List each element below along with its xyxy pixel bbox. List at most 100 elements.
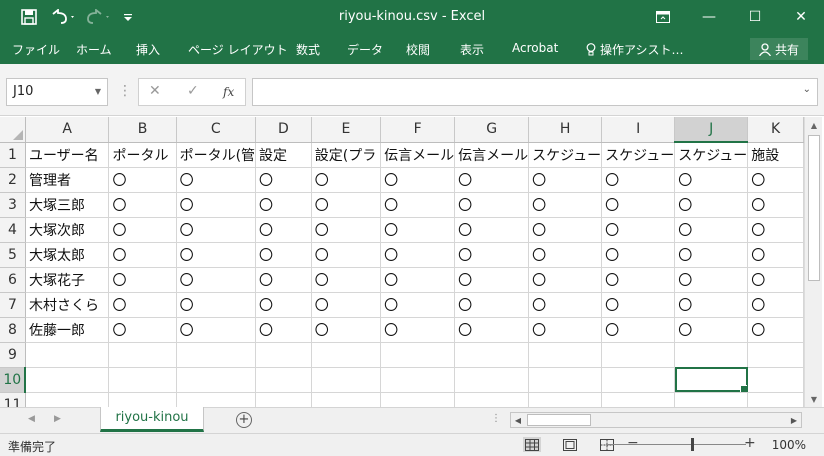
expand-formula-bar-icon[interactable]: ⌄ (803, 84, 811, 95)
cell-a11[interactable] (25, 392, 110, 407)
cell-c2[interactable]: 〇 (176, 167, 257, 193)
prev-sheet-icon[interactable]: ◀ (28, 414, 35, 424)
tab-page-layout[interactable]: ページ レイアウト (188, 41, 288, 58)
cell-g6[interactable]: 〇 (454, 267, 530, 293)
split-handle-icon[interactable]: ⋮ (491, 413, 501, 424)
cell-e4[interactable]: 〇 (311, 217, 382, 243)
cell-a1[interactable]: ユーザー名 (25, 142, 110, 168)
cell-g3[interactable]: 〇 (454, 192, 530, 218)
cell-d11[interactable] (255, 392, 312, 407)
cell-f2[interactable]: 〇 (380, 167, 456, 193)
cell-h10[interactable] (528, 367, 603, 393)
cell-d6[interactable]: 〇 (255, 267, 312, 293)
row-header-10[interactable]: 10 (0, 367, 27, 393)
tab-insert[interactable]: 挿入 (136, 41, 160, 58)
tab-data[interactable]: データ (347, 41, 383, 58)
cell-b7[interactable]: 〇 (108, 292, 177, 318)
tab-view[interactable]: 表示 (460, 41, 484, 58)
tab-review[interactable]: 校閲 (406, 41, 430, 58)
cell-i7[interactable]: 〇 (601, 292, 676, 318)
cell-i5[interactable]: 〇 (601, 242, 676, 268)
cell-c7[interactable]: 〇 (176, 292, 257, 318)
cell-c11[interactable] (176, 392, 257, 407)
cell-b11[interactable] (108, 392, 177, 407)
cell-c8[interactable]: 〇 (176, 317, 257, 343)
cell-i1[interactable]: スケジュー (601, 142, 676, 168)
cell-e10[interactable] (311, 367, 382, 393)
cell-a4[interactable]: 大塚次郎 (25, 217, 110, 243)
scroll-right-icon[interactable]: ▶ (787, 413, 801, 427)
cell-g2[interactable]: 〇 (454, 167, 530, 193)
chevron-down-icon[interactable]: ▼ (95, 79, 101, 105)
cell-j5[interactable]: 〇 (674, 242, 749, 268)
cell-g7[interactable]: 〇 (454, 292, 530, 318)
cell-c10[interactable] (176, 367, 257, 393)
cell-h4[interactable]: 〇 (528, 217, 603, 243)
cell-k1[interactable]: 施設 (747, 142, 804, 168)
cell-f4[interactable]: 〇 (380, 217, 456, 243)
cell-d8[interactable]: 〇 (255, 317, 312, 343)
row-header-11[interactable]: 11 (0, 392, 26, 407)
tab-formulas[interactable]: 数式 (296, 41, 320, 58)
cell-e2[interactable]: 〇 (311, 167, 382, 193)
cell-a8[interactable]: 佐藤一郎 (25, 317, 110, 343)
column-header-b[interactable]: B (108, 117, 177, 143)
scroll-up-icon[interactable]: ▲ (805, 117, 823, 133)
vertical-scroll-thumb[interactable] (808, 135, 820, 281)
cell-b2[interactable]: 〇 (108, 167, 177, 193)
cell-h2[interactable]: 〇 (528, 167, 603, 193)
zoom-in-button[interactable]: + (744, 435, 756, 451)
next-sheet-icon[interactable]: ▶ (54, 414, 61, 424)
cell-i8[interactable]: 〇 (601, 317, 676, 343)
cell-c9[interactable] (176, 342, 257, 368)
close-button[interactable]: ✕ (778, 0, 824, 34)
cell-i4[interactable]: 〇 (601, 217, 676, 243)
worksheet-grid[interactable]: ABCDEFGHIJK 1 ユーザー名 ポータル ポータル(管 設定 設定(プラ 伝言メール… (0, 117, 804, 407)
cell-k4[interactable]: 〇 (747, 217, 804, 243)
row-header-2[interactable]: 2 (0, 167, 26, 193)
sheet-tab-riyou-kinou[interactable]: riyou-kinou (100, 407, 204, 432)
cell-h9[interactable] (528, 342, 603, 368)
column-header-d[interactable]: D (255, 117, 312, 143)
minimize-button[interactable]: — (686, 0, 732, 34)
cell-f9[interactable] (380, 342, 456, 368)
cell-e3[interactable]: 〇 (311, 192, 382, 218)
row-header-8[interactable]: 8 (0, 317, 26, 343)
cell-a7[interactable]: 木村さくら (25, 292, 110, 318)
cell-i11[interactable] (601, 392, 676, 407)
cell-f6[interactable]: 〇 (380, 267, 456, 293)
column-header-f[interactable]: F (380, 117, 456, 143)
cell-g5[interactable]: 〇 (454, 242, 530, 268)
row-header-4[interactable]: 4 (0, 217, 26, 243)
normal-view-icon[interactable] (523, 437, 541, 452)
cell-g8[interactable]: 〇 (454, 317, 530, 343)
column-header-h[interactable]: H (528, 117, 603, 143)
restore-ribbon-icon[interactable] (640, 0, 686, 34)
select-all-button[interactable] (0, 117, 26, 143)
column-header-j[interactable]: J (674, 117, 749, 143)
column-header-i[interactable]: I (601, 117, 676, 143)
tab-acrobat[interactable]: Acrobat (512, 41, 558, 55)
scroll-down-icon[interactable]: ▼ (805, 391, 823, 407)
cell-g10[interactable] (454, 367, 530, 393)
cell-f1[interactable]: 伝言メール (380, 142, 456, 168)
cell-f5[interactable]: 〇 (380, 242, 456, 268)
column-header-e[interactable]: E (311, 117, 382, 143)
cell-j7[interactable]: 〇 (674, 292, 749, 318)
cell-h3[interactable]: 〇 (528, 192, 603, 218)
cell-e1[interactable]: 設定(プラ (311, 142, 382, 168)
cell-f10[interactable] (380, 367, 456, 393)
cell-d7[interactable]: 〇 (255, 292, 312, 318)
formula-input[interactable]: ⌄ (252, 78, 818, 106)
cell-a6[interactable]: 大塚花子 (25, 267, 110, 293)
cell-e5[interactable]: 〇 (311, 242, 382, 268)
cell-f3[interactable]: 〇 (380, 192, 456, 218)
cell-k3[interactable]: 〇 (747, 192, 804, 218)
cell-b1[interactable]: ポータル (108, 142, 177, 168)
cell-k6[interactable]: 〇 (747, 267, 804, 293)
cell-a2[interactable]: 管理者 (25, 167, 110, 193)
cell-j3[interactable]: 〇 (674, 192, 749, 218)
cell-d3[interactable]: 〇 (255, 192, 312, 218)
cell-j9[interactable] (674, 342, 749, 368)
row-header-7[interactable]: 7 (0, 292, 26, 318)
